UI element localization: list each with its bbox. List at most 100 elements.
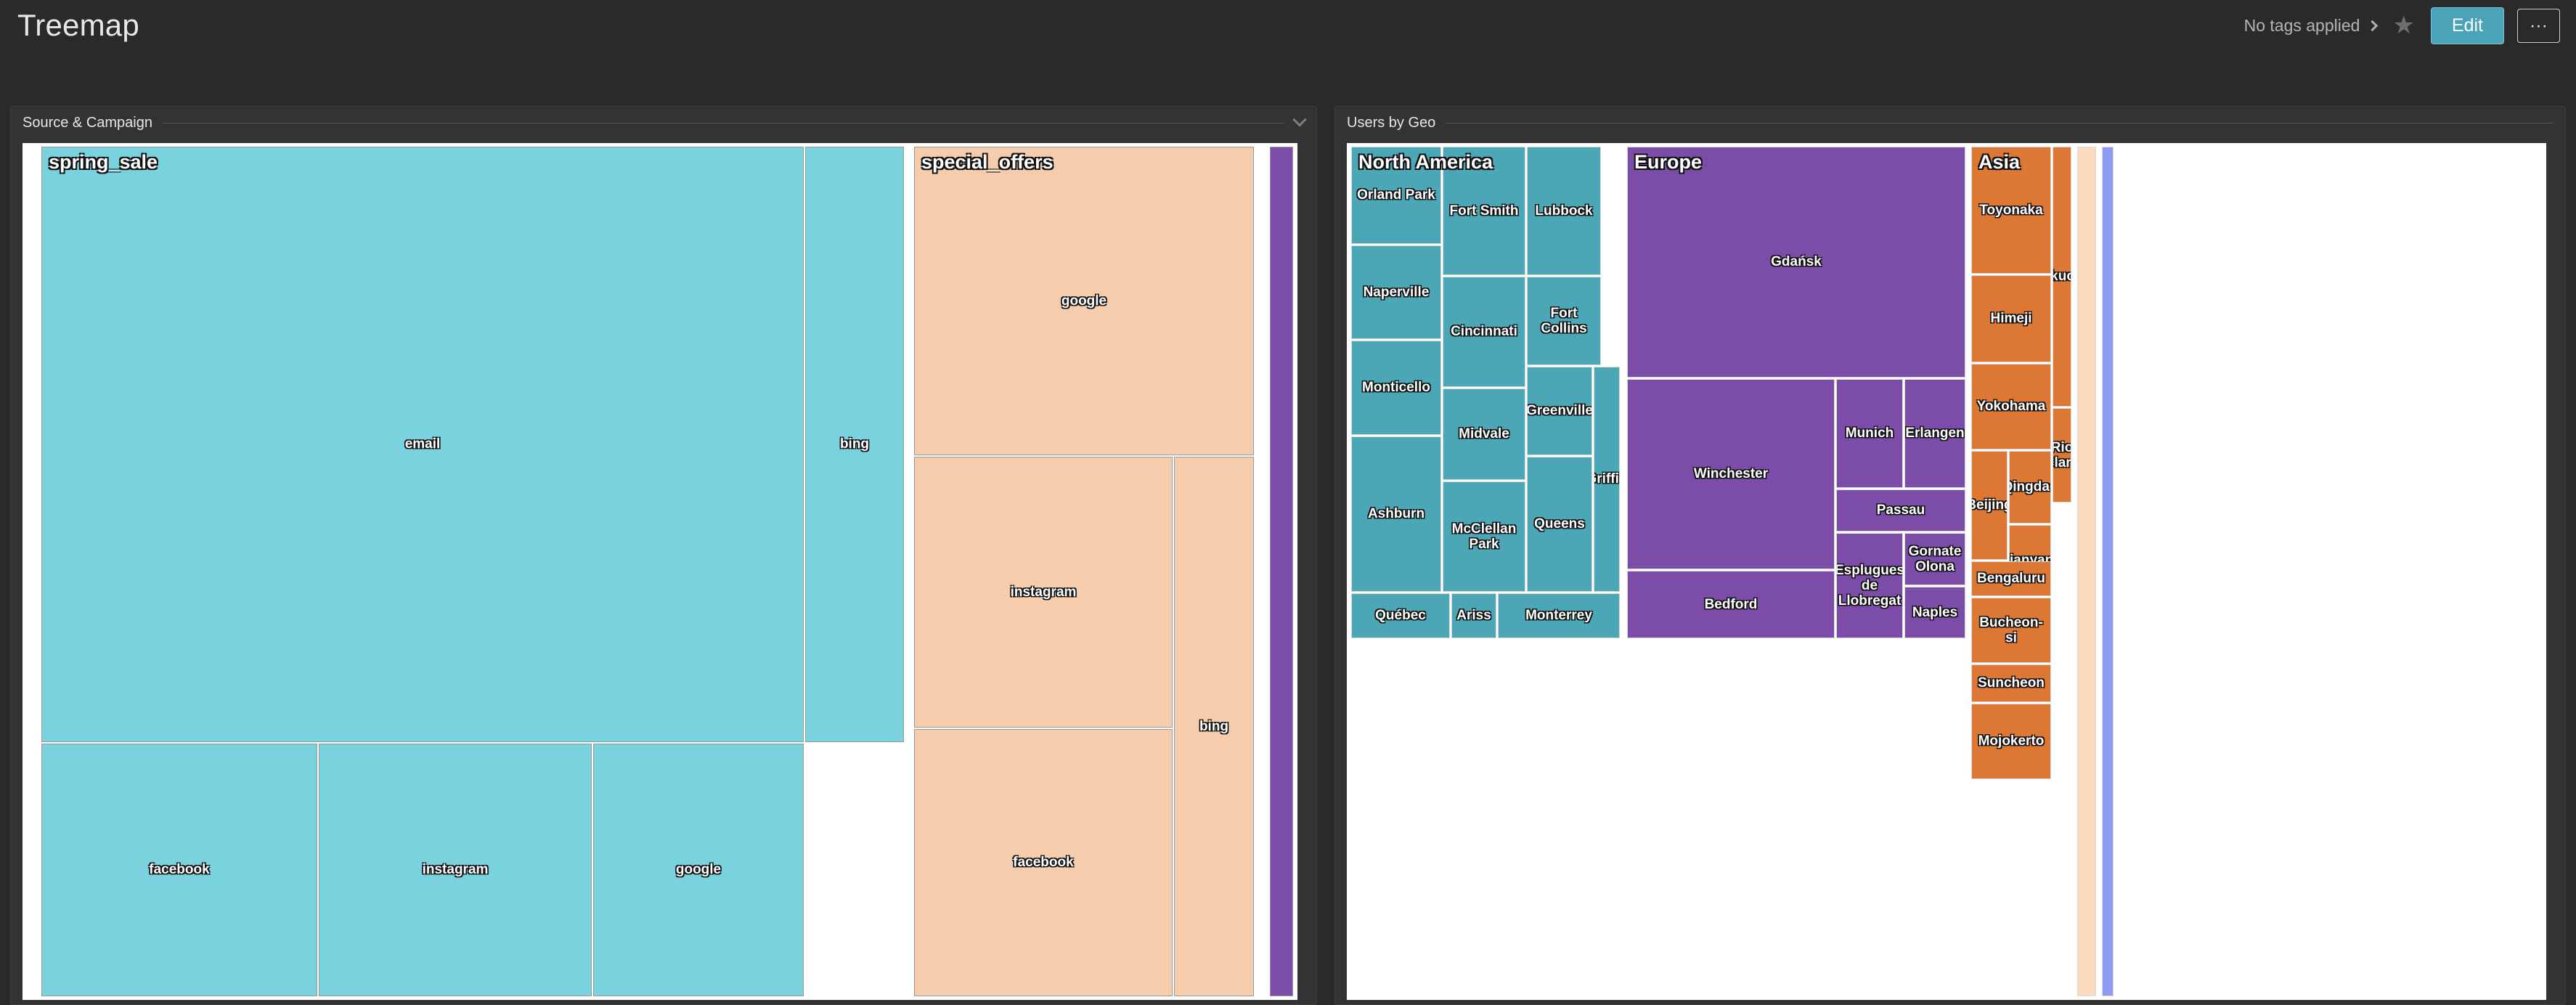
treemap-cell-qu-bec[interactable]: Québec bbox=[1351, 593, 1450, 638]
treemap-cell-orland-park[interactable]: Orland Park bbox=[1351, 147, 1441, 244]
treemap-cell-label: Fort Collins bbox=[1541, 305, 1587, 336]
treemap-cell-instagram[interactable]: instagram bbox=[914, 457, 1173, 728]
treemap-cell-label: Monterrey bbox=[1525, 608, 1592, 624]
treemap-cell-facebook[interactable]: facebook bbox=[914, 729, 1173, 996]
treemap-cell-label: Bengaluru bbox=[1977, 571, 2045, 587]
treemap-cell-himeji[interactable]: Himeji bbox=[1971, 275, 2051, 362]
treemap-cell-label: email bbox=[404, 436, 441, 452]
panel-source-campaign: Source & Campaign email bing facebook insta… bbox=[10, 106, 1317, 1005]
treemap-cell[interactable] bbox=[2077, 147, 2096, 996]
treemap-cell-label: google bbox=[1061, 293, 1107, 309]
treemap-cell-label: Beijing bbox=[1972, 497, 2007, 513]
treemap-cell-label: Qingdao bbox=[2010, 479, 2050, 495]
treemap-cell-label: Gdańsk bbox=[1771, 254, 1822, 270]
treemap-cell-label: Winchester bbox=[1693, 466, 1769, 482]
treemap-cell-bedford[interactable]: Bedford bbox=[1627, 571, 1835, 638]
treemap-cell-label: Fort Smith bbox=[1449, 203, 1519, 219]
treemap-cell-label: Monticello bbox=[1362, 380, 1430, 396]
top-bar: Treemap No tags applied ★ Edit ··· bbox=[0, 0, 2576, 51]
treemap-cell-ariss[interactable]: Ariss bbox=[1451, 593, 1496, 638]
treemap-cell-label: facebook bbox=[149, 862, 210, 878]
treemap-cell-ashburn[interactable]: Ashburn bbox=[1351, 436, 1441, 592]
treemap-cell-qingdao[interactable]: Qingdao bbox=[2009, 451, 2051, 524]
treemap-cell-fort-smith[interactable]: Fort Smith bbox=[1443, 147, 1525, 275]
treemap-cell-esplugues-de-llobregat[interactable]: Esplugues de Llobregat bbox=[1836, 533, 1903, 638]
treemap-cell-label: McClellan Park bbox=[1451, 521, 1517, 552]
treemap-cell-bucheon-si[interactable]: Bucheon-si bbox=[1971, 598, 2051, 663]
treemap-cell-label: Bedford bbox=[1704, 596, 1758, 612]
treemap-cell-label: Himeji bbox=[1990, 311, 2032, 327]
treemap-cell-instagram[interactable]: instagram bbox=[319, 744, 592, 996]
treemap-cell-label: Suncheon bbox=[1978, 675, 2045, 691]
edit-button[interactable]: Edit bbox=[2430, 7, 2505, 44]
more-options-button[interactable]: ··· bbox=[2517, 8, 2560, 43]
treemap-users-by-geo[interactable]: Orland Park Fort Smith Lubbock Naperville Ci… bbox=[1347, 143, 2546, 1000]
treemap-cell-label: bing bbox=[1199, 718, 1229, 734]
treemap-cell-label: Passau bbox=[1876, 502, 1925, 518]
treemap-cell-cincinnati[interactable]: Cincinnati bbox=[1443, 277, 1525, 387]
chevron-right-icon bbox=[2367, 20, 2379, 31]
treemap-cell-label: facebook bbox=[1013, 855, 1074, 871]
treemap-cell-gda-sk[interactable]: Gdańsk bbox=[1627, 147, 1965, 378]
treemap-cell-label: Naples bbox=[1912, 604, 1958, 620]
treemap-cell-google[interactable]: google bbox=[914, 147, 1254, 455]
treemap-cell-suncheon[interactable]: Suncheon bbox=[1971, 664, 2051, 702]
treemap-cell-rio-claro[interactable]: Rio Claro bbox=[2053, 408, 2071, 502]
panel-header: Source & Campaign bbox=[11, 107, 1316, 139]
treemap-cell-queens[interactable]: Queens bbox=[1527, 457, 1592, 592]
chevron-down-icon[interactable] bbox=[1292, 112, 1307, 127]
treemap-cell-label: Mojokerto bbox=[1978, 733, 2045, 749]
treemap-cell-fort-collins[interactable]: Fort Collins bbox=[1527, 277, 1601, 365]
treemap-cell-email[interactable]: email bbox=[41, 147, 804, 742]
treemap-cell-label: Gornate Olona bbox=[1908, 543, 1962, 574]
treemap-cell-toyonaka[interactable]: Toyonaka bbox=[1971, 147, 2051, 274]
page-title: Treemap bbox=[17, 8, 139, 42]
treemap-cell-monticello[interactable]: Monticello bbox=[1351, 341, 1441, 435]
panel-users-by-geo: Users by Geo Orland Park Fort Smith Lubboc… bbox=[1334, 106, 2566, 1005]
treemap-cell-mojokerto[interactable]: Mojokerto bbox=[1971, 704, 2051, 779]
treemap-cell-yokohama[interactable]: Yokohama bbox=[1971, 364, 2051, 449]
treemap-cell-passau[interactable]: Passau bbox=[1836, 489, 1965, 532]
panel-title: Users by Geo bbox=[1347, 114, 1436, 131]
treemap-cell-label: Bucheon-si bbox=[1979, 614, 2043, 646]
treemap-cell-label: Greenville bbox=[1527, 403, 1592, 419]
treemap-cell-label: google bbox=[675, 862, 722, 878]
treemap-cell-bing[interactable]: bing bbox=[805, 147, 904, 742]
treemap-cell-mcclellan-park[interactable]: McClellan Park bbox=[1443, 481, 1525, 592]
treemap-cell-griffin[interactable]: Griffin bbox=[1594, 367, 1620, 592]
treemap-cell-facebook[interactable]: facebook bbox=[41, 744, 317, 996]
treemap-cell-bengaluru[interactable]: Bengaluru bbox=[1971, 561, 2051, 596]
top-bar-actions: No tags applied ★ Edit ··· bbox=[2244, 7, 2576, 44]
treemap-cell-label: Esplugues de Llobregat bbox=[1836, 562, 1903, 609]
treemap-cell-naperville[interactable]: Naperville bbox=[1351, 245, 1441, 339]
treemap-cell-label: Erlangen bbox=[1905, 426, 1965, 442]
treemap-cell-label: Yokohama bbox=[1976, 399, 2046, 415]
treemap-cell-midvale[interactable]: Midvale bbox=[1443, 388, 1525, 480]
treemap-cell-beijing[interactable]: Beijing bbox=[1971, 451, 2008, 560]
treemap-cell-label: Québec bbox=[1375, 608, 1426, 624]
tags-label: No tags applied bbox=[2243, 15, 2360, 35]
treemap-cell-gornate-olona[interactable]: Gornate Olona bbox=[1904, 533, 1965, 585]
treemap-cell-label: Queens bbox=[1534, 516, 1585, 532]
treemap-cell-lubbock[interactable]: Lubbock bbox=[1527, 147, 1601, 275]
favorite-star-icon[interactable]: ★ bbox=[2389, 13, 2417, 38]
tags-button[interactable]: No tags applied bbox=[2243, 15, 2379, 36]
treemap-cell-erlangen[interactable]: Erlangen bbox=[1904, 379, 1965, 488]
treemap-cell-label: instagram bbox=[1010, 584, 1077, 600]
treemap-cell-winchester[interactable]: Winchester bbox=[1627, 379, 1835, 569]
treemap-source-campaign[interactable]: email bing facebook instagram google spring_s… bbox=[23, 143, 1297, 1000]
panel-header: Users by Geo bbox=[1335, 107, 2565, 139]
treemap-cell-label: Naperville bbox=[1363, 284, 1430, 300]
treemap-cell[interactable] bbox=[1270, 147, 1293, 996]
treemap-cell-label: Griffin bbox=[1594, 471, 1619, 487]
treemap-cell-google[interactable]: google bbox=[593, 744, 804, 996]
treemap-cell-monterrey[interactable]: Monterrey bbox=[1498, 593, 1620, 638]
treemap-cell-greenville[interactable]: Greenville bbox=[1527, 367, 1592, 455]
treemap-cell-label: Cincinnati bbox=[1451, 324, 1517, 340]
treemap-cell-bing[interactable]: bing bbox=[1174, 457, 1254, 996]
treemap-cell-naples[interactable]: Naples bbox=[1904, 587, 1965, 638]
treemap-cell-munich[interactable]: Munich bbox=[1836, 379, 1903, 488]
treemap-cell-label: bing bbox=[839, 436, 870, 452]
treemap-cell-fukuoka[interactable]: Fukuoka bbox=[2053, 147, 2071, 407]
treemap-cell[interactable] bbox=[2102, 147, 2114, 996]
